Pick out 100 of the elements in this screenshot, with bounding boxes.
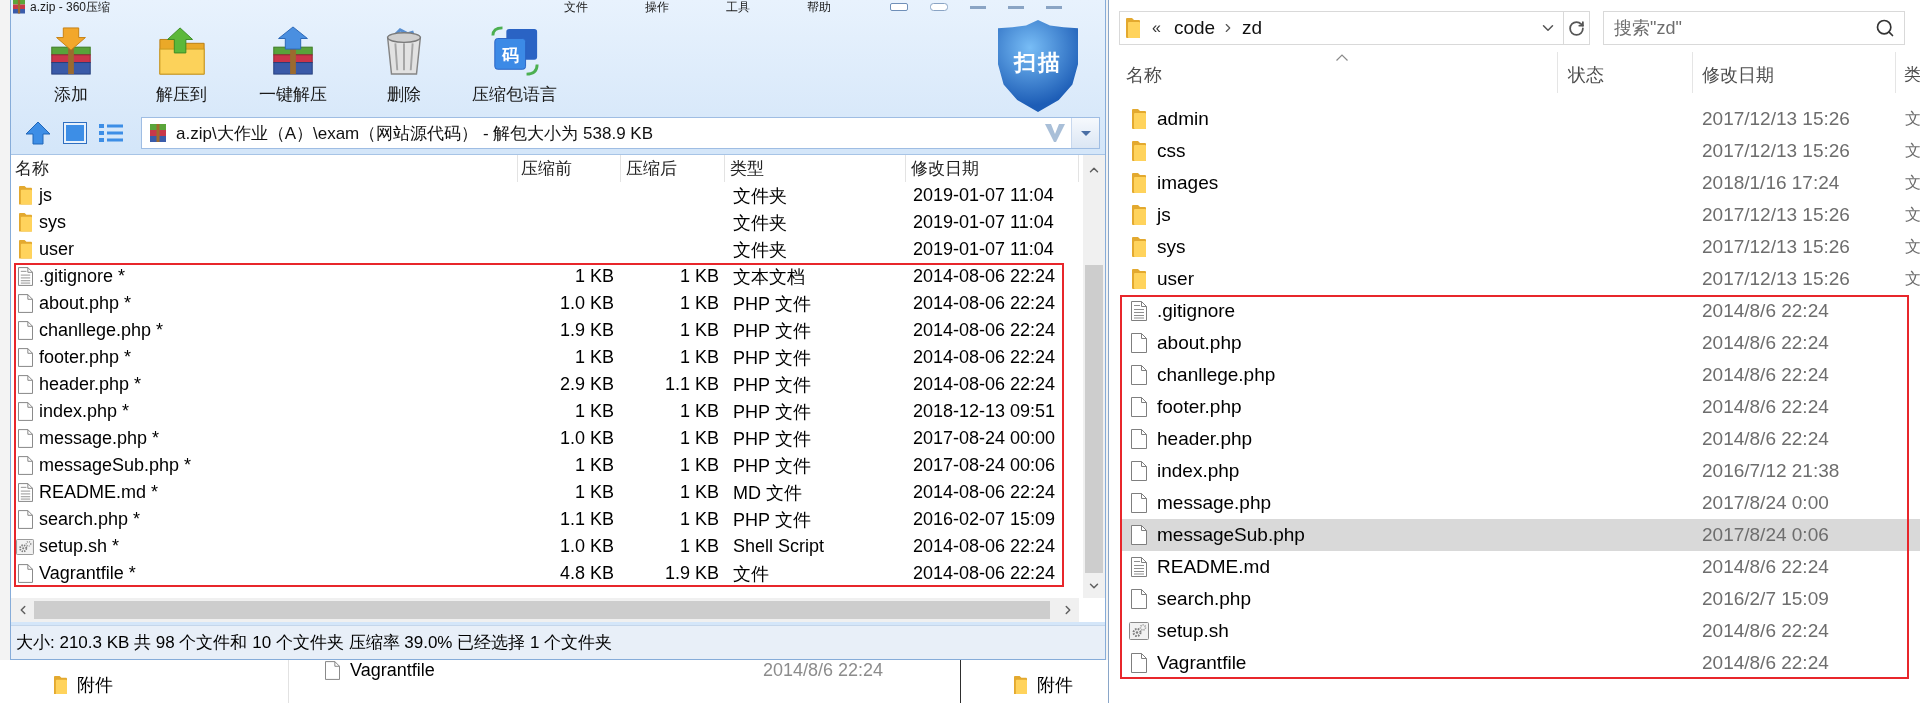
file-type: 文	[1905, 268, 1920, 289]
folder-icon	[18, 213, 32, 232]
packed-size: 1 KB	[679, 401, 719, 422]
modified-date: 2017/12/13 15:26	[1702, 268, 1850, 290]
file-name: footer.php *	[39, 347, 132, 368]
dropdown-button[interactable]	[1071, 118, 1099, 148]
modified-date: 2014-08-06 22:24	[913, 320, 1056, 341]
file-row[interactable]: Vagrantfile 2014/8/6 22:24	[1120, 647, 1920, 679]
archive-icon	[13, 0, 25, 14]
file-type: PHP 文件	[733, 292, 811, 316]
breadcrumb-item[interactable]: code	[1173, 16, 1216, 40]
file-row[interactable]: Vagrantfile * 4.8 KB 1.9 KB 文件 2014-08-06 22:24	[11, 560, 1079, 587]
file-row[interactable]: user 2017/12/13 15:26 文	[1120, 263, 1920, 295]
file-type: PHP 文件	[733, 346, 811, 370]
modified-date: 2018-12-13 09:51	[913, 401, 1056, 422]
file-row[interactable]: css 2017/12/13 15:26 文	[1120, 135, 1920, 167]
window-title: a.zip - 360压缩	[30, 0, 111, 14]
original-size: 1 KB	[574, 347, 614, 368]
file-row[interactable]: sys 2017/12/13 15:26 文	[1120, 231, 1920, 263]
file-row[interactable]: index.php * 1 KB 1 KB PHP 文件 2018-12-13 09:51	[11, 398, 1079, 425]
file-name: search.php	[1157, 588, 1251, 610]
file-row[interactable]: messageSub.php * 1 KB 1 KB PHP 文件 2017-08-24 00:06	[11, 452, 1079, 479]
file-row[interactable]: admin 2017/12/13 15:26 文	[1120, 103, 1920, 135]
file-row[interactable]: about.php * 1.0 KB 1 KB PHP 文件 2014-08-06 22:24	[11, 290, 1079, 317]
original-size: 4.8 KB	[559, 563, 614, 584]
search-field[interactable]: 搜索"zd"	[1603, 11, 1905, 45]
file-row[interactable]: user 文件夹 2019-01-07 11:04	[11, 236, 1079, 263]
modified-date: 2014/8/6 22:24	[1702, 556, 1829, 578]
file-icon	[17, 348, 33, 367]
toolbar-button[interactable]: 码 压缩包语言	[459, 14, 570, 106]
search-icon[interactable]	[1875, 18, 1895, 38]
file-row[interactable]: footer.php 2014/8/6 22:24	[1120, 391, 1920, 423]
file-row[interactable]: js 文件夹 2019-01-07 11:04	[11, 182, 1079, 209]
toolbar-button[interactable]: 删除	[348, 14, 459, 106]
file-row[interactable]: header.php 2014/8/6 22:24	[1120, 423, 1920, 455]
file-icon	[1131, 589, 1147, 609]
column-header[interactable]: 名称	[1122, 52, 1558, 93]
column-header[interactable]: 类型	[725, 155, 906, 182]
original-size: 2.9 KB	[559, 374, 614, 395]
file-row[interactable]: sys 文件夹 2019-01-07 11:04	[11, 209, 1079, 236]
file-name: images	[1157, 172, 1219, 194]
up-arrow-icon[interactable]	[25, 121, 51, 145]
column-header[interactable]: 修改日期	[1693, 52, 1896, 93]
file-name: 附件	[77, 674, 113, 697]
packed-size: 1.1 KB	[664, 374, 719, 395]
file-row[interactable]: .gitignore * 1 KB 1 KB 文本文档 2014-08-06 22:24	[11, 263, 1079, 290]
file-row[interactable]: messageSub.php 2017/8/24 0:06	[1120, 519, 1920, 551]
breadcrumb-item[interactable]: zd	[1242, 16, 1263, 40]
toolbar-button[interactable]: 一键解压	[237, 14, 348, 106]
file-row[interactable]: README.md 2014/8/6 22:24	[1120, 551, 1920, 583]
file-row[interactable]: README.md * 1 KB 1 KB MD 文件 2014-08-06 22:24	[11, 479, 1079, 506]
toolbar-button[interactable]: 解压到	[126, 14, 237, 106]
packed-size: 1.9 KB	[664, 563, 719, 584]
file-row[interactable]: about.php 2014/8/6 22:24	[1120, 327, 1920, 359]
toolbar-button[interactable]: 添加	[15, 14, 126, 106]
original-size: 1 KB	[574, 266, 614, 287]
file-row[interactable]: message.php * 1.0 KB 1 KB PHP 文件 2017-08-24 00:00	[11, 425, 1079, 452]
column-header[interactable]: 压缩前	[518, 155, 621, 182]
file-name: messageSub.php	[1157, 524, 1305, 546]
menu-item[interactable]: 文件	[564, 0, 588, 14]
file-row[interactable]: chanllege.php * 1.9 KB 1 KB PHP 文件 2014-08-06 22:24	[11, 317, 1079, 344]
file-row[interactable]: .gitignore 2014/8/6 22:24	[1120, 295, 1920, 327]
path-overflow-button[interactable]: «	[1152, 18, 1161, 38]
square-icon[interactable]	[890, 3, 908, 11]
packed-size: 1 KB	[679, 455, 719, 476]
file-row[interactable]: js 2017/12/13 15:26 文	[1120, 199, 1920, 231]
caret-down-icon	[1080, 130, 1091, 136]
file-row[interactable]: setup.sh 2014/8/6 22:24	[1120, 615, 1920, 647]
menu-item[interactable]: 工具	[726, 0, 750, 14]
address-bar[interactable]: « code zd	[1119, 11, 1590, 45]
file-row[interactable]: message.php 2017/8/24 0:00	[1120, 487, 1920, 519]
sort-caret-icon	[1335, 53, 1348, 61]
file-row[interactable]: chanllege.php 2014/8/6 22:24	[1120, 359, 1920, 391]
square-view-icon[interactable]	[63, 122, 87, 144]
file-row[interactable]: index.php 2016/7/12 21:38	[1120, 455, 1920, 487]
menu-item[interactable]: 操作	[645, 0, 669, 14]
file-row[interactable]: search.php 2016/2/7 15:09	[1120, 583, 1920, 615]
menu-item[interactable]: 帮助	[807, 0, 831, 14]
column-header[interactable]: 类	[1896, 52, 1920, 93]
modified-date: 2014/8/6 22:24	[1702, 300, 1829, 322]
file-icon	[1131, 333, 1147, 353]
file-row[interactable]: setup.sh * 1.0 KB 1 KB Shell Script 2014-08-06 22:24	[11, 533, 1079, 560]
scrollbar-thumb[interactable]	[1085, 265, 1103, 573]
scrollbar-thumb[interactable]	[34, 601, 1050, 619]
column-header[interactable]: 状态	[1558, 52, 1693, 93]
file-name: about.php *	[39, 293, 132, 314]
address-field[interactable]: a.zip\大作业（A）\exam（网站源代码） - 解包大小为 538.9 KB	[141, 117, 1100, 149]
column-header[interactable]: 修改日期	[906, 155, 1079, 182]
file-name: .gitignore	[1157, 300, 1236, 322]
square-icon[interactable]	[930, 3, 948, 11]
list-view-icon[interactable]	[99, 122, 123, 144]
file-row[interactable]: footer.php * 1 KB 1 KB PHP 文件 2014-08-06 22:24	[11, 344, 1079, 371]
file-row[interactable]: search.php * 1.1 KB 1 KB PHP 文件 2016-02-07 15:09	[11, 506, 1079, 533]
column-header[interactable]: 压缩后	[621, 155, 725, 182]
file-row[interactable]: images 2018/1/16 17:24 文	[1120, 167, 1920, 199]
column-header[interactable]: 名称	[11, 155, 518, 182]
packed-size: 1 KB	[679, 509, 719, 530]
folder-icon	[18, 240, 32, 259]
file-row[interactable]: header.php * 2.9 KB 1.1 KB PHP 文件 2014-08-06 22:24	[11, 371, 1079, 398]
packed-size: 1 KB	[679, 536, 719, 557]
